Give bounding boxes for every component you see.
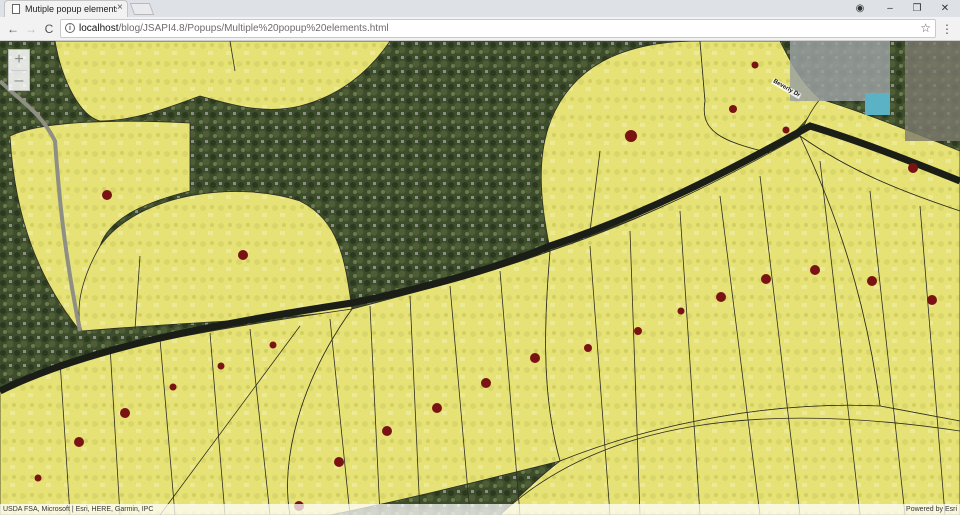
reload-icon[interactable]: C [40, 20, 58, 38]
point-marker[interactable] [634, 327, 642, 335]
powered-by-esri[interactable]: Powered by Esri [906, 504, 957, 515]
point-marker[interactable] [382, 426, 392, 436]
point-marker[interactable] [782, 126, 790, 134]
attribution-sources[interactable]: USDA FSA, Microsoft | Esri, HERE, Garmin… [3, 504, 153, 515]
url-text[interactable]: localhost/blog/JSAPI4.8/Popups/Multiple%… [79, 22, 389, 36]
point-marker[interactable] [927, 295, 937, 305]
url-path: /blog/JSAPI4.8/Popups/Multiple%20popup%2… [118, 23, 389, 34]
bookmark-star-icon[interactable]: ☆ [920, 21, 931, 36]
address-bar[interactable]: i localhost/blog/JSAPI4.8/Popups/Multipl… [60, 19, 936, 38]
new-tab-button[interactable] [129, 3, 155, 15]
point-marker[interactable] [584, 344, 592, 352]
tab-title: Mutiple popup elements [25, 4, 117, 14]
minimize-button[interactable]: – [875, 0, 905, 17]
map-canvas[interactable] [0, 41, 960, 515]
map-view[interactable]: + – Beverly Dr USDA FSA, Microsoft | Esr… [0, 41, 960, 515]
point-marker[interactable] [269, 341, 277, 349]
zoom-control: + – [8, 49, 30, 91]
point-marker[interactable] [625, 130, 637, 142]
browser-menu-icon[interactable]: ⋮ [940, 20, 954, 38]
browser-titlebar: Mutiple popup elements × ◉ – ❐ ✕ [0, 0, 960, 17]
point-marker[interactable] [169, 383, 177, 391]
zoom-out-button[interactable]: – [9, 71, 29, 91]
profile-icon[interactable]: ◉ [845, 0, 875, 17]
point-marker[interactable] [481, 378, 491, 388]
point-marker[interactable] [810, 265, 820, 275]
point-marker[interactable] [761, 274, 771, 284]
point-marker[interactable] [217, 362, 225, 370]
point-marker[interactable] [102, 190, 112, 200]
building-block [905, 41, 960, 141]
point-marker[interactable] [677, 307, 685, 315]
close-window-button[interactable]: ✕ [930, 0, 960, 17]
building-block [790, 41, 890, 101]
url-host: localhost [79, 23, 119, 34]
point-marker[interactable] [716, 292, 726, 302]
point-marker[interactable] [751, 61, 759, 69]
info-icon[interactable]: i [65, 23, 75, 33]
point-marker[interactable] [908, 163, 918, 173]
browser-toolbar: ← → C i localhost/blog/JSAPI4.8/Popups/M… [0, 17, 960, 41]
page-icon [12, 4, 20, 14]
map-attribution: USDA FSA, Microsoft | Esri, HERE, Garmin… [0, 504, 960, 515]
pool [865, 93, 890, 115]
tab-close-icon[interactable]: × [117, 2, 123, 14]
point-marker[interactable] [867, 276, 877, 286]
point-marker[interactable] [334, 457, 344, 467]
point-marker[interactable] [34, 474, 42, 482]
back-icon[interactable]: ← [4, 20, 22, 38]
point-marker[interactable] [238, 250, 248, 260]
browser-tab[interactable]: Mutiple popup elements × [4, 0, 128, 17]
point-marker[interactable] [432, 403, 442, 413]
point-marker[interactable] [729, 105, 737, 113]
forward-icon[interactable]: → [22, 20, 40, 38]
point-marker[interactable] [530, 353, 540, 363]
restore-button[interactable]: ❐ [902, 0, 932, 17]
point-marker[interactable] [120, 408, 130, 418]
point-marker[interactable] [74, 437, 84, 447]
zoom-in-button[interactable]: + [9, 50, 29, 70]
